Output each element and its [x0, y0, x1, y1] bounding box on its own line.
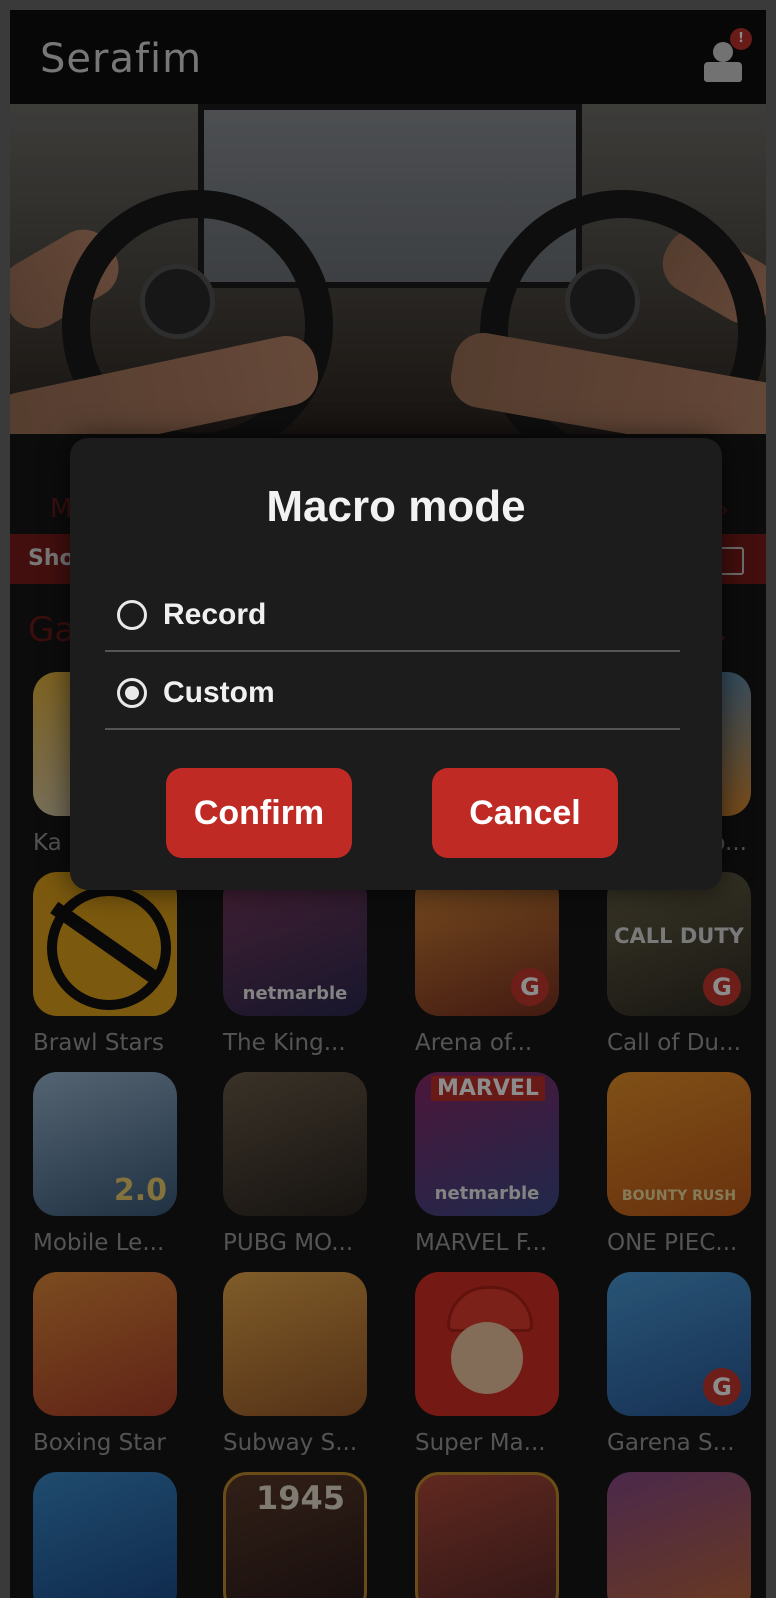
cancel-button[interactable]: Cancel: [432, 768, 618, 858]
confirm-button[interactable]: Confirm: [166, 768, 352, 858]
dialog-title: Macro mode: [266, 482, 526, 531]
option-record[interactable]: Record: [105, 580, 680, 652]
radio-custom[interactable]: [117, 678, 147, 708]
macro-mode-dialog: Macro mode Record Custom Confirm Cancel: [70, 438, 722, 890]
radio-record[interactable]: [117, 600, 147, 630]
option-custom[interactable]: Custom: [105, 658, 680, 730]
option-custom-label: Custom: [163, 676, 275, 709]
app-screen: Serafim ! M › Sho Ga › Ka: [10, 10, 766, 1598]
option-record-label: Record: [163, 598, 267, 631]
